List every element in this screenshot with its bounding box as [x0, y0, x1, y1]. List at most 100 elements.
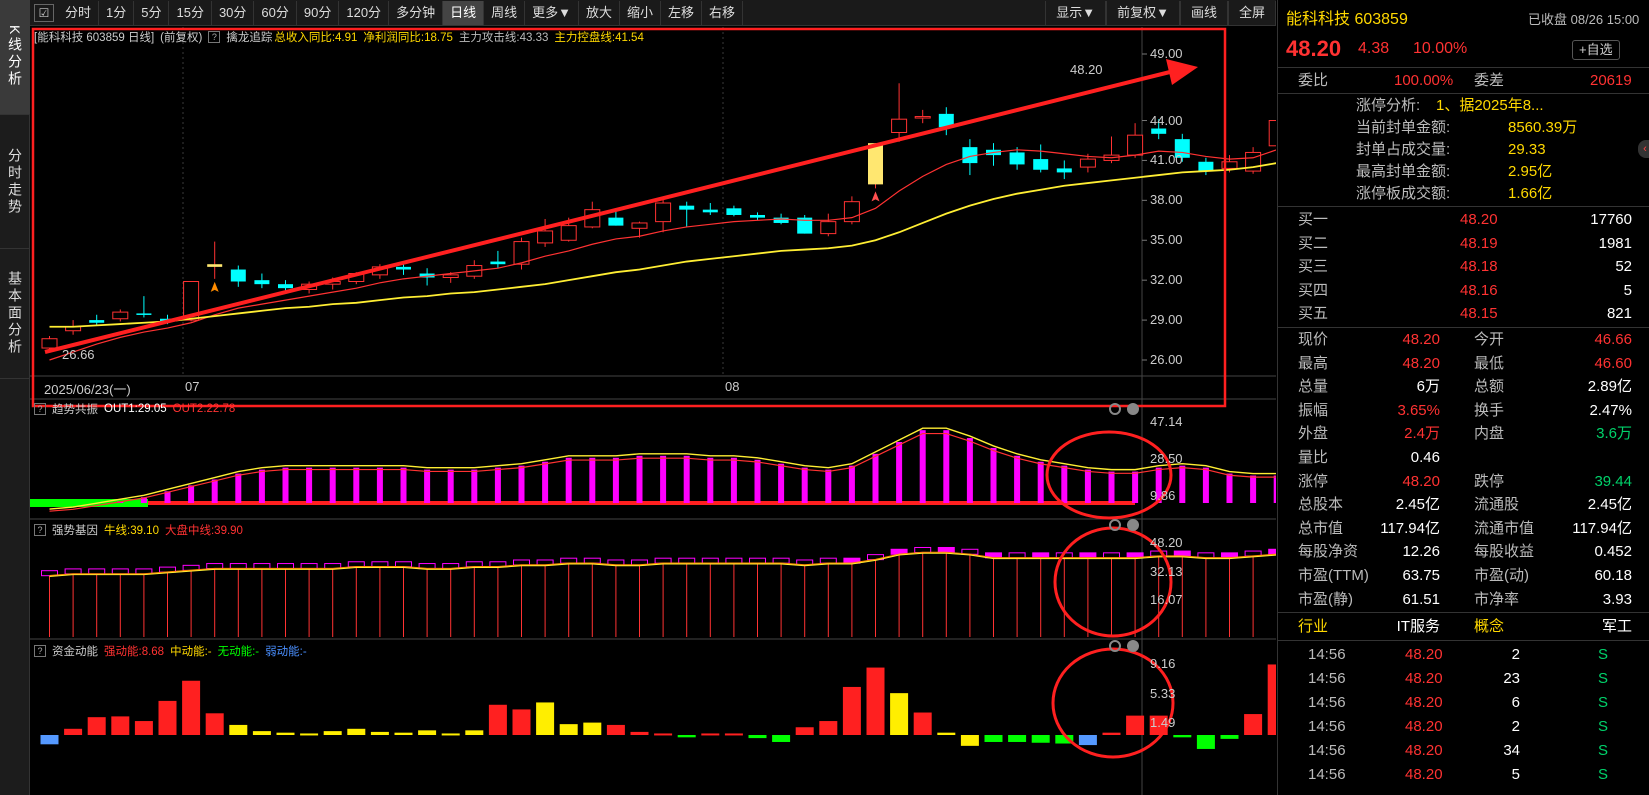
- p2-title-bar: ? 趋势共振 OUT1:29.05 OUT2:22.78: [34, 401, 235, 417]
- tick-side: S: [1598, 670, 1609, 687]
- help-icon[interactable]: ?: [34, 645, 46, 657]
- toolbar-right-4[interactable]: 全屏: [1227, 0, 1276, 25]
- fq-label[interactable]: (前复权): [160, 29, 202, 45]
- back-icon[interactable]: ☑: [34, 3, 54, 22]
- resonance-bar: [235, 473, 242, 503]
- chart-area[interactable]: [能科科技 603859 日线] (前复权) ? 擒龙追踪 总收入同比:4.91…: [30, 27, 1276, 795]
- stat-label: 涨停: [1298, 472, 1329, 490]
- indicator-name[interactable]: 擒龙追踪: [226, 29, 272, 45]
- resonance-bar: [518, 465, 525, 503]
- toolbar-right-2[interactable]: 前复权▼: [1106, 0, 1180, 25]
- stat-value: 48.20: [1402, 472, 1440, 490]
- p4-title[interactable]: 资金动能: [52, 643, 98, 659]
- buy-row: 买三 48.18 52: [1278, 256, 1649, 278]
- gene-block: [277, 563, 294, 570]
- flow-bar: [536, 702, 555, 735]
- flow-bar: [441, 733, 460, 736]
- tick-side: S: [1598, 694, 1609, 711]
- stat-label: 量比: [1298, 449, 1329, 466]
- buy-row: 买一 48.20 17760: [1278, 209, 1649, 231]
- resonance-bar: [424, 469, 431, 503]
- p4-value-a: 强动能:8.68: [104, 646, 165, 658]
- candle-body: [679, 205, 695, 210]
- flow-bar: [111, 716, 130, 735]
- buy-row: 买二 48.19 1981: [1278, 233, 1649, 255]
- flow-bar: [87, 717, 106, 735]
- toolbar-item-8[interactable]: 120分: [339, 0, 390, 25]
- resonance-bar: [211, 479, 218, 503]
- p2-title[interactable]: 趋势共振: [52, 401, 98, 417]
- close-icon: [1127, 519, 1139, 531]
- toolbar-item-9[interactable]: 多分钟: [389, 0, 444, 25]
- help-icon[interactable]: ?: [208, 31, 221, 43]
- stat-value-2: 117.94亿: [1572, 519, 1632, 537]
- resonance-bar: [1202, 467, 1209, 503]
- indicator-value-1: 总收入同比:4.91: [274, 32, 358, 44]
- stat-value-2: 39.44: [1594, 472, 1632, 490]
- resonance-bar: [683, 455, 690, 503]
- toolbar-item-7[interactable]: 90分: [297, 0, 340, 25]
- stat-value: 63.75: [1402, 567, 1440, 584]
- stat-label: 现价: [1298, 331, 1329, 348]
- stat-row: 外盘 2.4万 内盘 3.6万: [1278, 423, 1649, 445]
- gene-block: [1103, 552, 1120, 559]
- toolbar-item-10[interactable]: 日线: [443, 0, 485, 25]
- stat-row: 总量 6万 总额 2.89亿: [1278, 376, 1649, 398]
- market-status: 已收盘 08/26 15:00: [1528, 12, 1640, 27]
- candle-body: [396, 266, 411, 270]
- toolbar-item-5[interactable]: 30分: [212, 0, 255, 25]
- toolbar-right-1[interactable]: 显示▼: [1045, 0, 1107, 25]
- rocket-icon: [210, 281, 219, 292]
- toolbar-item-16[interactable]: 右移: [702, 0, 744, 25]
- gene-block: [253, 563, 271, 570]
- stat-value: 12.26: [1402, 543, 1440, 561]
- toolbar-right-3[interactable]: 画线: [1179, 0, 1228, 25]
- toolbar-item-14[interactable]: 缩小: [620, 0, 662, 25]
- stock-name: 能科科技 603859: [1286, 11, 1408, 28]
- tick-volume: 2: [1511, 646, 1520, 663]
- buy-volume: 1981: [1598, 234, 1632, 252]
- left-tab-2[interactable]: 分时走势: [0, 115, 30, 249]
- gene-block: [772, 557, 790, 564]
- help-icon[interactable]: ?: [34, 524, 46, 536]
- flow-bar: [182, 680, 201, 735]
- collapse-arrow-icon[interactable]: ‹: [1638, 140, 1649, 158]
- candle-body: [207, 264, 223, 267]
- stat-label: 总市值: [1298, 519, 1344, 537]
- flow-bar: [1244, 714, 1263, 735]
- left-tab-1[interactable]: K线分析: [0, 0, 30, 115]
- flow-bar: [1102, 732, 1121, 735]
- stat-value: 0.46: [1410, 449, 1440, 466]
- help-icon[interactable]: ?: [34, 403, 46, 415]
- toolbar-item-6[interactable]: 60分: [254, 0, 297, 25]
- candle-body: [820, 221, 837, 235]
- toolbar-item-13[interactable]: 放大: [579, 0, 620, 25]
- industry-label: 行业: [1298, 618, 1329, 635]
- toolbar-item-2[interactable]: 1分: [99, 0, 135, 25]
- left-tab-3[interactable]: 基本面分析: [0, 249, 30, 379]
- buy-label: 买四: [1298, 281, 1329, 299]
- toolbar-item-4[interactable]: 15分: [169, 0, 212, 25]
- flow-bar: [937, 732, 956, 735]
- p4-value-c: 无动能:-: [217, 646, 260, 658]
- resonance-bar: [1226, 473, 1233, 503]
- candle-body: [254, 280, 270, 285]
- tick-side: S: [1598, 742, 1609, 759]
- toolbar-item-15[interactable]: 左移: [661, 0, 703, 25]
- flow-bar: [748, 735, 767, 739]
- stat-label: 最高: [1298, 354, 1329, 372]
- candle-body: [1033, 159, 1049, 170]
- candle-body: [1056, 168, 1072, 173]
- gene-block: [465, 561, 483, 568]
- limit-row: 涨停板成交额: 1.66亿: [1278, 183, 1649, 205]
- toolbar-item-12[interactable]: 更多▼: [525, 0, 579, 25]
- toolbar-item-11[interactable]: 周线: [484, 0, 526, 25]
- add-favorite-button[interactable]: +自选: [1572, 40, 1620, 60]
- resonance-bar: [943, 430, 950, 503]
- toolbar-item-1[interactable]: 分时: [58, 0, 100, 25]
- p3-title[interactable]: 强势基因: [52, 522, 98, 538]
- toolbar-item-3[interactable]: 5分: [134, 0, 170, 25]
- flow-bar: [559, 724, 578, 735]
- tick-side: S: [1598, 646, 1609, 663]
- weibi-value: 100.00%: [1394, 72, 1454, 89]
